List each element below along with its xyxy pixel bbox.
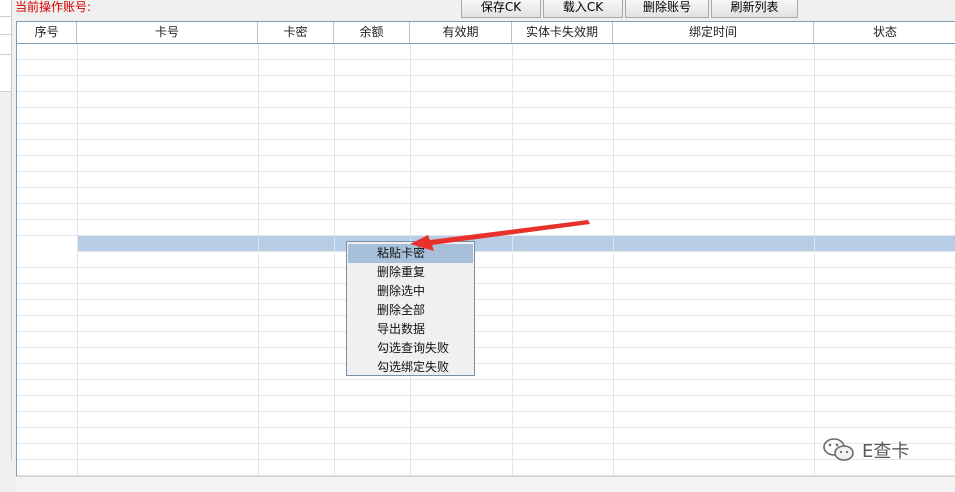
table-body[interactable] [17,44,955,477]
column-divider [258,44,259,477]
column-header-physical-card-expiry[interactable]: 实体卡失效期 [512,22,613,43]
column-header-bind-time[interactable]: 绑定时间 [613,22,814,43]
load-ck-button[interactable]: 载入CK [543,0,623,18]
column-divider [77,44,78,477]
table-header: 序号 卡号 卡密 余额 有效期 实体卡失效期 绑定时间 状态 [17,22,955,44]
left-panel-strip [0,0,12,491]
menu-item-delete-selected[interactable]: 删除选中 [348,282,473,301]
menu-item-check-query-failed[interactable]: 勾选查询失败 [348,339,473,358]
card-table[interactable]: 序号 卡号 卡密 余额 有效期 实体卡失效期 绑定时间 状态 [16,21,955,477]
watermark: E查卡 [822,436,909,464]
column-header-card-password[interactable]: 卡密 [258,22,334,43]
column-header-index[interactable]: 序号 [17,22,77,43]
current-account-label: 当前操作账号: [15,0,92,14]
left-panel-edge [11,0,12,460]
menu-item-paste-card-password[interactable]: 粘贴卡密 [348,244,473,263]
column-divider [512,44,513,477]
horizontal-scrollbar[interactable] [16,476,955,492]
menu-item-delete-duplicates[interactable]: 删除重复 [348,263,473,282]
column-divider [613,44,614,477]
refresh-list-button[interactable]: 刷新列表 [711,0,798,18]
menu-item-delete-all[interactable]: 删除全部 [348,301,473,320]
column-divider [814,44,815,477]
table-row-selected[interactable] [77,236,955,252]
watermark-text: E查卡 [862,441,910,462]
column-header-status[interactable]: 状态 [814,22,955,43]
menu-item-check-bind-failed[interactable]: 勾选绑定失败 [348,358,473,377]
column-divider [334,44,335,477]
column-header-valid-period[interactable]: 有效期 [410,22,512,43]
context-menu: 粘贴卡密 删除重复 删除选中 删除全部 导出数据 勾选查询失败 勾选绑定失败 [346,241,475,376]
wechat-icon [823,438,854,461]
delete-account-button[interactable]: 删除账号 [625,0,709,18]
menu-item-export-data[interactable]: 导出数据 [348,320,473,339]
column-header-card-number[interactable]: 卡号 [77,22,258,43]
column-header-balance[interactable]: 余额 [334,22,410,43]
save-ck-button[interactable]: 保存CK [461,0,541,18]
